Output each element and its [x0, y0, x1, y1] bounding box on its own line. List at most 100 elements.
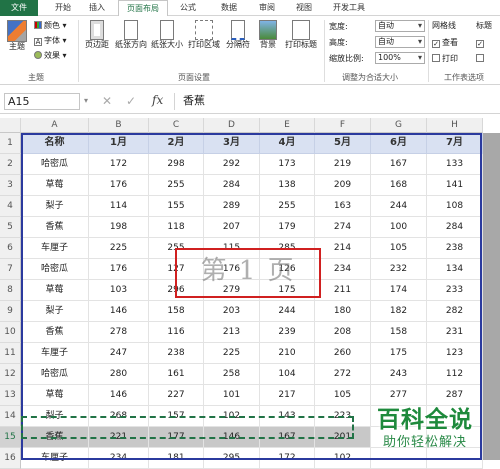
- cell[interactable]: 香蕉: [21, 427, 89, 448]
- cell[interactable]: 282: [427, 301, 483, 322]
- column-header[interactable]: D: [204, 118, 260, 133]
- row-header[interactable]: 16: [0, 448, 21, 469]
- select-all-corner[interactable]: [0, 118, 21, 133]
- tab-formulas[interactable]: 公式: [173, 0, 203, 16]
- cell[interactable]: 179: [260, 217, 315, 238]
- margins-button[interactable]: 页边距: [82, 20, 112, 50]
- gridlines-view-checkbox[interactable]: ✓ 查看: [432, 37, 458, 48]
- insert-function-button[interactable]: fx: [152, 93, 163, 107]
- cell[interactable]: 146: [89, 301, 149, 322]
- cell[interactable]: 146: [204, 427, 260, 448]
- row-header[interactable]: 13: [0, 385, 21, 406]
- cell[interactable]: 134: [427, 259, 483, 280]
- cell[interactable]: 258: [204, 364, 260, 385]
- row-header[interactable]: 6: [0, 238, 21, 259]
- cell[interactable]: 213: [204, 322, 260, 343]
- cell[interactable]: 284: [204, 175, 260, 196]
- column-header[interactable]: E: [260, 118, 315, 133]
- effects-button[interactable]: 效果 ▾: [34, 50, 67, 61]
- cell[interactable]: 284: [427, 217, 483, 238]
- column-header[interactable]: C: [149, 118, 204, 133]
- cell[interactable]: 哈密瓜: [21, 364, 89, 385]
- cell[interactable]: 香蕉: [21, 217, 89, 238]
- row-header[interactable]: 3: [0, 175, 21, 196]
- cell[interactable]: 114: [89, 196, 149, 217]
- cell[interactable]: 133: [427, 154, 483, 175]
- background-button[interactable]: 背景: [256, 20, 280, 50]
- cell[interactable]: 177: [149, 427, 204, 448]
- cell[interactable]: 141: [427, 175, 483, 196]
- row-header[interactable]: 14: [0, 406, 21, 427]
- cell[interactable]: 225: [89, 238, 149, 259]
- cell[interactable]: 255: [260, 196, 315, 217]
- row-header[interactable]: 10: [0, 322, 21, 343]
- cell[interactable]: 278: [89, 322, 149, 343]
- enter-icon[interactable]: ✓: [126, 94, 136, 108]
- row-header[interactable]: 15: [0, 427, 21, 448]
- cell[interactable]: 167: [371, 154, 427, 175]
- cell[interactable]: 210: [260, 343, 315, 364]
- cell[interactable]: 108: [427, 196, 483, 217]
- cell[interactable]: 梨子: [21, 196, 89, 217]
- cell[interactable]: 105: [315, 385, 371, 406]
- row-header[interactable]: 9: [0, 301, 21, 322]
- cell[interactable]: 289: [204, 196, 260, 217]
- cell[interactable]: 5月: [315, 133, 371, 154]
- column-header[interactable]: H: [427, 118, 483, 133]
- cell[interactable]: 219: [315, 154, 371, 175]
- cell[interactable]: 118: [149, 217, 204, 238]
- cell[interactable]: 292: [204, 154, 260, 175]
- cell[interactable]: 123: [427, 343, 483, 364]
- height-select[interactable]: 自动: [375, 36, 425, 48]
- cell[interactable]: 198: [89, 217, 149, 238]
- row-header[interactable]: 2: [0, 154, 21, 175]
- cell[interactable]: 214: [315, 238, 371, 259]
- tab-developer[interactable]: 开发工具: [326, 0, 372, 16]
- cell[interactable]: 草莓: [21, 385, 89, 406]
- cell[interactable]: 名称: [21, 133, 89, 154]
- cell[interactable]: 176: [89, 259, 149, 280]
- cell[interactable]: 草莓: [21, 175, 89, 196]
- cell[interactable]: 116: [149, 322, 204, 343]
- cell[interactable]: 172: [260, 448, 315, 469]
- cell[interactable]: 143: [260, 406, 315, 427]
- cell[interactable]: 227: [149, 385, 204, 406]
- cell[interactable]: 138: [260, 175, 315, 196]
- cell[interactable]: 243: [371, 364, 427, 385]
- width-select[interactable]: 自动: [375, 20, 425, 32]
- cell[interactable]: 173: [260, 154, 315, 175]
- tab-file[interactable]: 文件: [0, 0, 38, 16]
- cell[interactable]: 101: [204, 385, 260, 406]
- tab-page-layout[interactable]: 页面布局: [118, 0, 168, 17]
- print-area-button[interactable]: 打印区域: [186, 20, 222, 50]
- cell[interactable]: 158: [149, 301, 204, 322]
- cell[interactable]: 295: [204, 448, 260, 469]
- cell[interactable]: 161: [149, 364, 204, 385]
- cell[interactable]: 239: [260, 322, 315, 343]
- cell[interactable]: 225: [204, 343, 260, 364]
- cell[interactable]: 238: [427, 238, 483, 259]
- namebox-dropdown-icon[interactable]: ▾: [84, 96, 88, 105]
- cell[interactable]: 香蕉: [21, 322, 89, 343]
- cell[interactable]: 174: [371, 280, 427, 301]
- fonts-button[interactable]: A 字体 ▾: [34, 35, 67, 46]
- cell[interactable]: 176: [89, 175, 149, 196]
- cell[interactable]: 168: [371, 175, 427, 196]
- cell[interactable]: 211: [315, 280, 371, 301]
- cell[interactable]: 247: [89, 343, 149, 364]
- row-header[interactable]: 1: [0, 133, 21, 154]
- cell[interactable]: 208: [315, 322, 371, 343]
- cell[interactable]: 221: [89, 427, 149, 448]
- cell[interactable]: 255: [149, 175, 204, 196]
- cell[interactable]: 260: [315, 343, 371, 364]
- cell[interactable]: 244: [371, 196, 427, 217]
- gridlines-print-checkbox[interactable]: 打印: [432, 53, 458, 64]
- cell[interactable]: 3月: [204, 133, 260, 154]
- cell[interactable]: 207: [204, 217, 260, 238]
- cell[interactable]: 155: [149, 196, 204, 217]
- tab-home[interactable]: 开始: [48, 0, 78, 16]
- cell[interactable]: 104: [260, 364, 315, 385]
- scale-spinner[interactable]: 100%: [375, 52, 425, 64]
- cell[interactable]: 146: [89, 385, 149, 406]
- breaks-button[interactable]: 分隔符: [224, 20, 252, 50]
